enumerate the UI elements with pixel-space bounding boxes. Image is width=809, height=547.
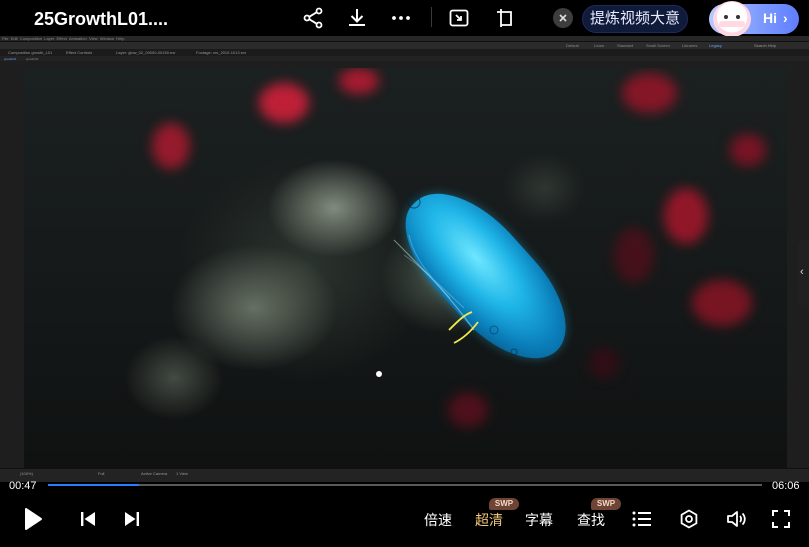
settings-icon bbox=[680, 509, 698, 529]
red-blood-cell bbox=[692, 280, 752, 326]
ai-assistant-button[interactable]: Hi › bbox=[709, 1, 799, 37]
play-icon bbox=[25, 508, 42, 530]
red-blood-cell bbox=[664, 188, 708, 244]
tab-composition: Composition growth_L01 bbox=[8, 50, 53, 55]
download-icon[interactable] bbox=[345, 6, 369, 30]
volume-button[interactable] bbox=[725, 506, 749, 532]
workspace-legacy: Legacy bbox=[709, 43, 722, 48]
total-duration: 06:06 bbox=[772, 480, 800, 492]
video-title: 25GrowthL01.... bbox=[34, 9, 169, 29]
toolbar-separator bbox=[431, 7, 432, 27]
volume-icon bbox=[727, 511, 746, 527]
progress-row: 00:47 06:06 bbox=[0, 476, 809, 494]
tab-footage: Footage: crs_2019-1013.exr bbox=[196, 50, 247, 55]
current-time: 00:47 bbox=[9, 480, 37, 492]
progress-fill bbox=[48, 484, 140, 486]
composition-viewer bbox=[24, 68, 787, 468]
fullscreen-icon bbox=[772, 510, 790, 528]
fullscreen-button[interactable] bbox=[770, 506, 792, 532]
red-blood-cell bbox=[589, 348, 619, 378]
play-button[interactable] bbox=[22, 506, 44, 532]
cyan-cell-graphic bbox=[354, 169, 590, 390]
list-icon bbox=[632, 511, 651, 527]
workspace-small-screen: Small Screen bbox=[646, 43, 670, 48]
quality-button[interactable]: 超清 bbox=[475, 510, 503, 530]
progress-bar[interactable] bbox=[48, 484, 762, 486]
summarize-video-button[interactable]: 提炼视频大意 bbox=[582, 5, 688, 33]
tab-layer: Layer: glow_02_00000-00150.exr bbox=[116, 50, 176, 55]
red-blood-cell bbox=[622, 73, 677, 113]
skip-next-icon bbox=[125, 512, 139, 526]
more-icon[interactable] bbox=[389, 6, 413, 30]
settings-button[interactable] bbox=[678, 506, 700, 532]
cell-texture bbox=[393, 195, 518, 356]
editor-menu-items: File Edit Composition Layer Effect Anima… bbox=[2, 36, 125, 41]
share-icon[interactable] bbox=[301, 6, 325, 30]
speed-button[interactable]: 倍速 bbox=[424, 510, 452, 530]
workspace-standard: Standard bbox=[617, 43, 634, 48]
red-blood-cell bbox=[448, 393, 488, 427]
close-icon[interactable] bbox=[553, 8, 573, 28]
chevron-right-icon: › bbox=[783, 10, 788, 26]
quality-badge: SWP bbox=[489, 498, 519, 510]
mascot-avatar-icon bbox=[713, 1, 751, 37]
next-button[interactable] bbox=[122, 506, 142, 532]
skip-previous-icon bbox=[81, 512, 95, 526]
hi-label: Hi bbox=[763, 10, 777, 26]
subtab-growth01: growth01 bbox=[4, 57, 17, 61]
red-blood-cell bbox=[259, 83, 309, 123]
cursor-dot bbox=[376, 371, 382, 377]
search-button[interactable]: 查找 bbox=[577, 510, 605, 530]
chevron-left-icon: ‹ bbox=[800, 266, 804, 278]
workspace-default: Default bbox=[566, 43, 579, 48]
red-blood-cell bbox=[339, 68, 379, 94]
red-blood-cell bbox=[614, 228, 654, 283]
picture-in-picture-icon[interactable] bbox=[447, 6, 471, 30]
video-frame[interactable]: File Edit Composition Layer Effect Anima… bbox=[0, 36, 809, 482]
player-controls: 倍速 SWP 超清 字幕 SWP 查找 bbox=[0, 494, 809, 547]
editor-search-help: Search Help bbox=[754, 43, 777, 48]
subtab-growth02: growth02 bbox=[26, 57, 39, 61]
search-badge: SWP bbox=[591, 498, 621, 510]
workspace-learn: Learn bbox=[594, 43, 605, 48]
crop-window-icon[interactable] bbox=[492, 6, 516, 30]
red-blood-cell bbox=[730, 134, 766, 166]
subtitle-button[interactable]: 字幕 bbox=[525, 510, 553, 530]
top-bar: 25GrowthL01.... 提炼视频大意 Hi › bbox=[0, 0, 809, 37]
workspace-libraries: Libraries bbox=[682, 43, 698, 48]
editor-subtabs bbox=[0, 56, 809, 61]
red-blood-cell bbox=[152, 123, 190, 169]
playlist-button[interactable] bbox=[631, 506, 653, 532]
side-panel-toggle[interactable]: ‹ bbox=[797, 240, 809, 308]
tab-effect-controls: Effect Controls bbox=[66, 50, 93, 55]
previous-button[interactable] bbox=[78, 506, 98, 532]
